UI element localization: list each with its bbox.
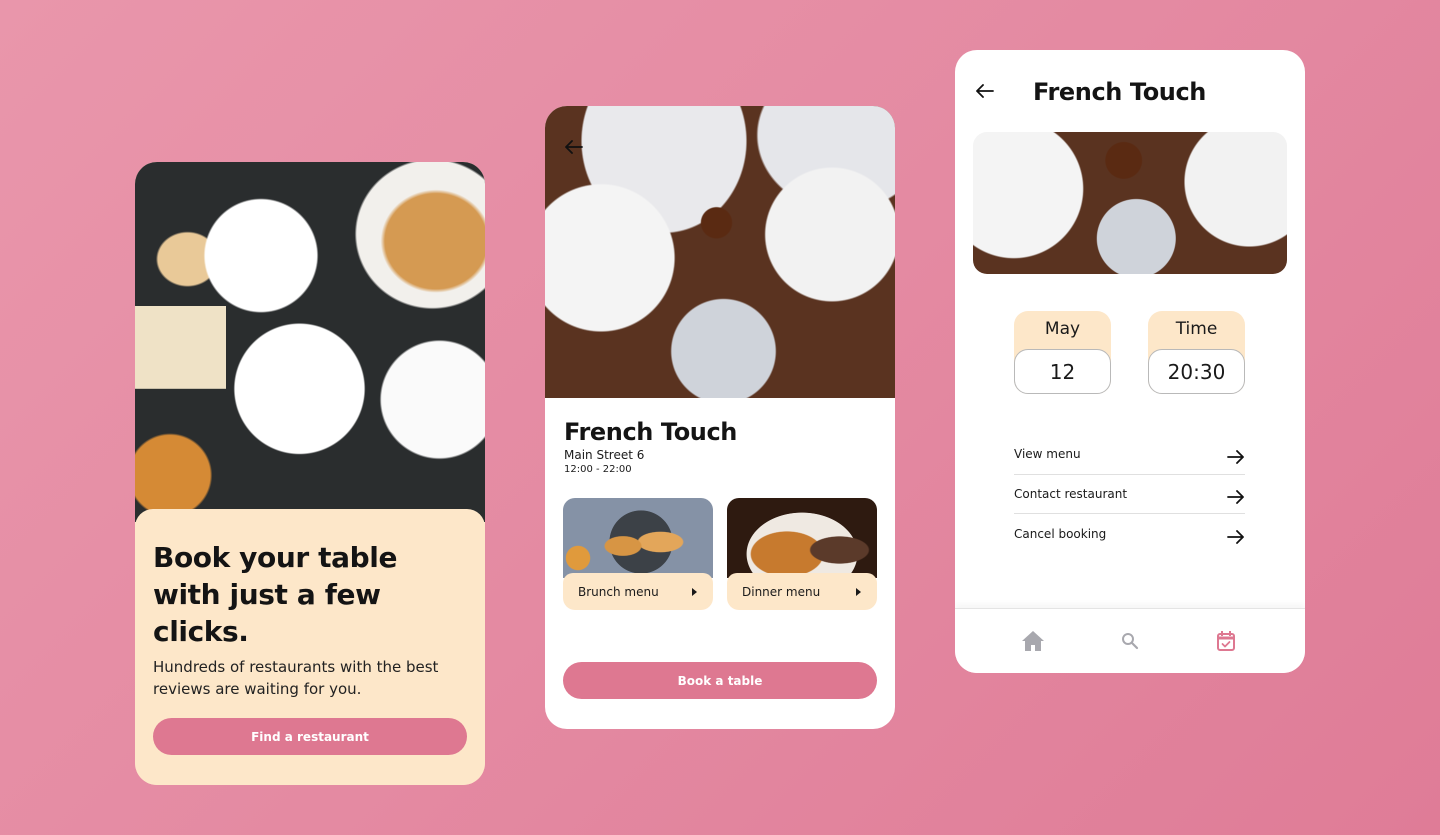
dinner-menu-label: Dinner menu (742, 584, 821, 599)
brunch-menu-card[interactable]: Brunch menu (563, 498, 713, 610)
brunch-menu-label: Brunch menu (578, 584, 659, 599)
onboarding-subtext: Hundreds of restaurants with the best re… (153, 658, 439, 698)
time-picker-value[interactable]: 20:30 (1148, 349, 1245, 394)
restaurant-screen: French Touch Main Street 6 12:00 - 22:00… (545, 106, 895, 729)
bottom-tab-bar (955, 608, 1305, 673)
onboarding-screen: Book your table with just a few clicks. … (135, 162, 485, 785)
booking-screen: French Touch May 12 Time 20:30 View menu… (955, 50, 1305, 673)
arrow-left-icon[interactable] (562, 135, 586, 159)
brunch-menu-bar[interactable]: Brunch menu (563, 573, 713, 610)
arrow-right-icon (1225, 527, 1245, 547)
booking-title: French Touch (1033, 78, 1206, 106)
contact-restaurant-label: Contact restaurant (1014, 486, 1128, 501)
booking-hero-image (973, 132, 1287, 274)
hero-food-image (135, 162, 485, 522)
time-picker-label: Time (1175, 319, 1218, 339)
brunch-image (563, 498, 713, 578)
restaurant-hours: 12:00 - 22:00 (564, 464, 632, 475)
restaurant-info: French Touch Main Street 6 12:00 - 22:00 (564, 418, 737, 475)
find-restaurant-button[interactable]: Find a restaurant (153, 718, 467, 755)
play-triangle-icon (856, 587, 861, 596)
onboarding-headline: Book your table with just a few clicks. (153, 541, 398, 648)
book-table-button[interactable]: Book a table (563, 662, 877, 699)
restaurant-address: Main Street 6 (564, 448, 645, 462)
dinner-image (727, 498, 877, 578)
contact-restaurant-row[interactable]: Contact restaurant (1014, 475, 1245, 514)
search-icon (1122, 633, 1139, 650)
cancel-booking-label: Cancel booking (1014, 526, 1107, 541)
restaurant-name: French Touch (564, 418, 737, 446)
arrow-right-icon (1225, 447, 1245, 467)
calendar-check-icon (1217, 631, 1235, 651)
arrow-right-icon (1225, 487, 1245, 507)
view-menu-row[interactable]: View menu (1014, 435, 1245, 475)
time-picker: Time 20:30 (1148, 311, 1245, 394)
date-picker-value[interactable]: 12 (1014, 349, 1111, 394)
date-picker-label: May (1044, 319, 1081, 339)
home-icon (1022, 631, 1044, 651)
tab-search[interactable] (1116, 627, 1144, 655)
tab-home[interactable] (1019, 627, 1047, 655)
cancel-booking-row[interactable]: Cancel booking (1014, 514, 1245, 554)
date-picker: May 12 (1014, 311, 1111, 394)
arrow-left-icon[interactable] (973, 79, 997, 103)
play-triangle-icon (692, 587, 697, 596)
dinner-menu-bar[interactable]: Dinner menu (727, 573, 877, 610)
booking-actions: View menu Contact restaurant Cancel book… (1014, 435, 1245, 554)
view-menu-label: View menu (1014, 447, 1081, 462)
restaurant-hero-image (545, 106, 895, 398)
dinner-menu-card[interactable]: Dinner menu (727, 498, 877, 610)
tab-bookings[interactable] (1212, 627, 1240, 655)
